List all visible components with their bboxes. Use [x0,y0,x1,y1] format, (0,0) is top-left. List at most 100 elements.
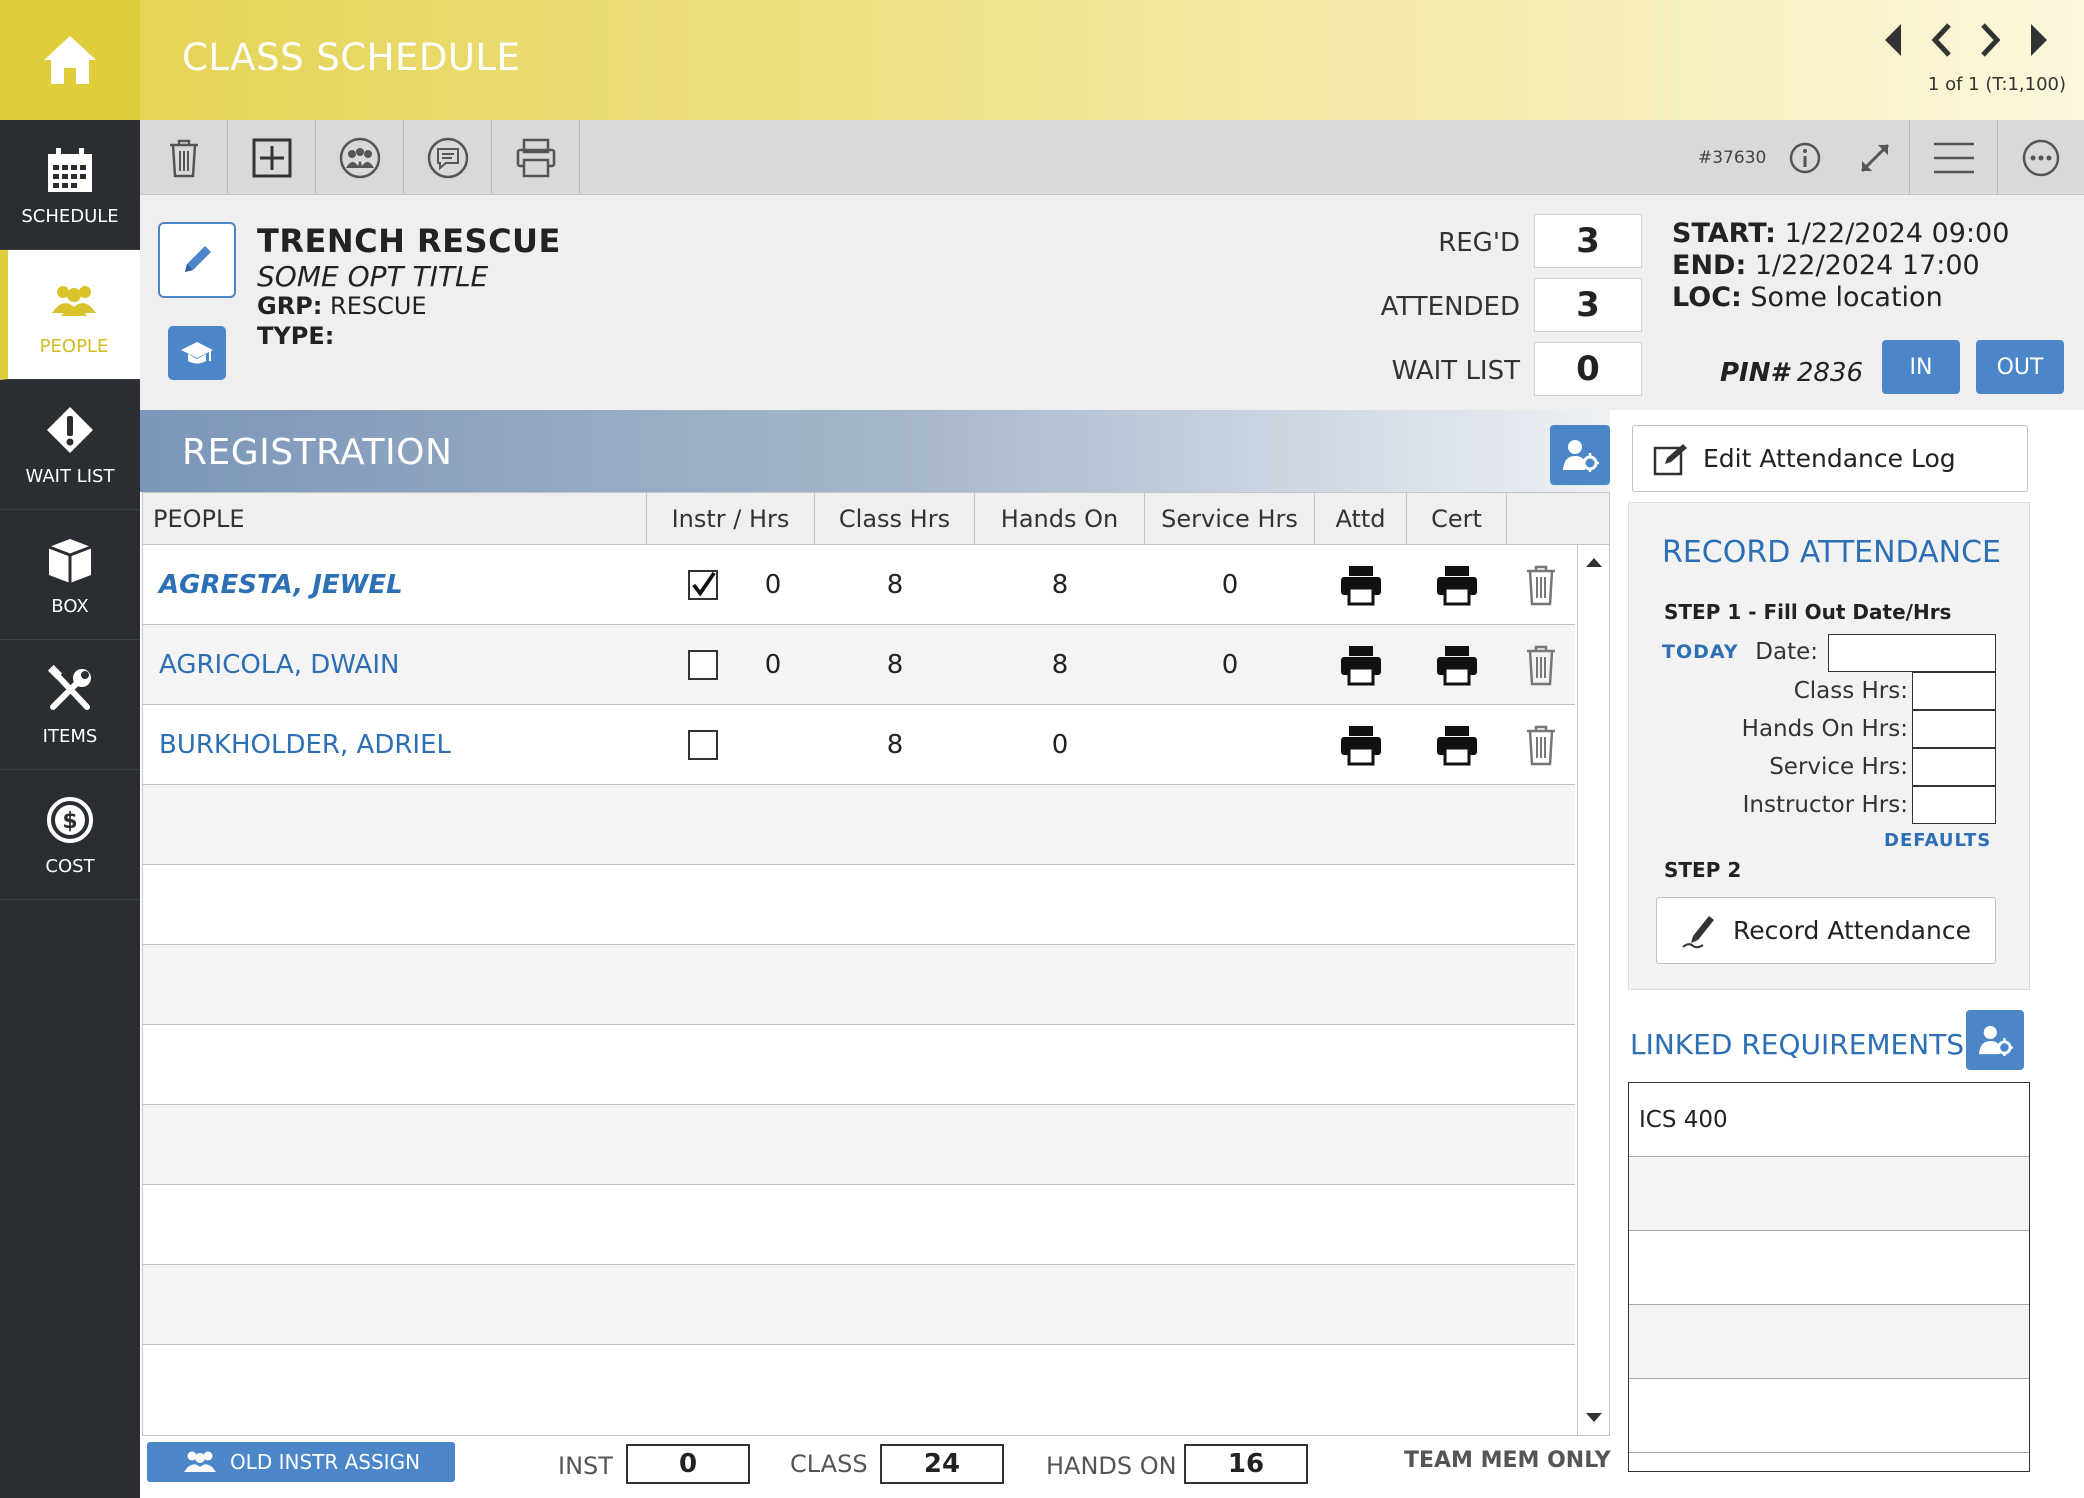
column-header-hands-on[interactable]: Hands On [975,493,1145,545]
table-row[interactable]: AGRESTA, JEWEL 0 8 8 0 [143,545,1575,625]
hands-on-hrs[interactable]: 8 [975,625,1145,705]
copy-button[interactable] [492,120,580,195]
list-item[interactable]: ICS 400 [1629,1083,2029,1157]
list-item[interactable] [1629,1157,2029,1231]
attendance-print-button[interactable] [1315,625,1407,705]
list-item[interactable] [1629,1231,2029,1305]
instructor-checkbox[interactable] [688,570,718,600]
sidebar-item-people[interactable]: PEOPLE [0,250,140,380]
menu-button[interactable] [1910,120,1998,195]
service-hrs[interactable]: 0 [1145,545,1315,625]
check-in-button[interactable]: IN [1882,340,1960,394]
certification-button[interactable] [168,326,226,380]
defaults-link[interactable]: DEFAULTS [1884,830,1991,851]
remove-row-button[interactable] [1507,545,1575,625]
check-out-button[interactable]: OUT [1976,340,2064,394]
message-button[interactable] [404,120,492,195]
sidebar-item-wait-list[interactable]: WAIT LIST [0,380,140,510]
person-name[interactable]: AGRICOLA, DWAIN [143,625,647,705]
class-hrs-field[interactable] [1912,672,1996,710]
remove-row-button[interactable] [1507,705,1575,785]
empty-row [143,1185,1575,1265]
instructor-checkbox[interactable] [688,650,718,680]
column-header-instr-hrs[interactable]: Instr / Hrs [647,493,815,545]
group-field: GRP: RESCUE [257,292,427,320]
service-hrs[interactable]: 0 [1145,625,1315,705]
svg-text:$: $ [62,809,77,834]
attendance-print-button[interactable] [1315,545,1407,625]
column-header-service-hrs[interactable]: Service Hrs [1145,493,1315,545]
sidebar-item-cost[interactable]: $ COST [0,770,140,900]
service-hrs-label: Service Hrs: [1769,754,1908,780]
attendance-print-button[interactable] [1315,705,1407,785]
list-item[interactable] [1629,1305,2029,1379]
edit-attendance-log-button[interactable]: Edit Attendance Log [1632,425,2028,492]
hands-on-hrs[interactable]: 0 [975,705,1145,785]
service-hrs-field[interactable] [1912,748,1996,786]
cert-print-button[interactable] [1407,545,1507,625]
step-2-label: STEP 2 [1664,858,1742,882]
column-header-attd[interactable]: Attd [1315,493,1407,545]
printer-icon [1341,726,1381,766]
instr-hrs[interactable]: 0 [733,625,813,705]
scroll-down-icon[interactable] [1584,1411,1604,1425]
table-row[interactable]: BURKHOLDER, ADRIEL 8 0 [143,705,1575,785]
more-button[interactable] [1998,120,2084,195]
column-header-people[interactable]: PEOPLE [143,493,647,545]
list-item[interactable] [1629,1379,2029,1453]
service-hrs[interactable] [1145,705,1315,785]
home-button[interactable] [0,0,140,120]
table-row[interactable]: AGRICOLA, DWAIN 0 8 8 0 [143,625,1575,705]
cert-print-button[interactable] [1407,625,1507,705]
class-hrs[interactable]: 8 [815,705,975,785]
instructor-checkbox[interactable] [688,730,718,760]
cert-print-button[interactable] [1407,705,1507,785]
person-name[interactable]: AGRESTA, JEWEL [143,545,647,625]
chat-icon [427,137,468,178]
sidebar-item-items[interactable]: ITEMS [0,640,140,770]
hands-on-total-label: HANDS ON [1046,1452,1177,1480]
remove-row-button[interactable] [1507,625,1575,705]
info-button[interactable] [1770,120,1840,195]
add-button[interactable] [228,120,316,195]
inst-total-label: INST [558,1452,613,1480]
prev-record-button[interactable] [1922,18,1962,62]
hands-on-hrs-field[interactable] [1912,710,1996,748]
expand-button[interactable] [1840,120,1910,195]
location-value: Some location [1750,282,1943,313]
hands-on-hrs[interactable]: 8 [975,545,1145,625]
sidebar-item-box[interactable]: BOX [0,510,140,640]
grid-header: PEOPLE Instr / Hrs Class Hrs Hands On Se… [143,493,1609,545]
pin-field: PIN# 2836 [1720,358,1863,388]
instr-hrs[interactable]: 0 [733,545,813,625]
old-instructor-assign-button[interactable]: OLD INSTR ASSIGN [147,1442,455,1482]
first-record-button[interactable] [1874,18,1914,62]
linked-requirements-settings-button[interactable] [1966,1010,2024,1070]
edit-class-button[interactable] [158,222,236,298]
registration-settings-button[interactable] [1550,425,1610,485]
delete-button[interactable] [140,120,228,195]
column-header-class-hrs[interactable]: Class Hrs [815,493,975,545]
date-field[interactable] [1828,634,1996,672]
column-header-cert[interactable]: Cert [1407,493,1507,545]
person-name[interactable]: BURKHOLDER, ADRIEL [143,705,647,785]
sidebar: SCHEDULE PEOPLE WAIT LIST BOX ITEMS $ CO… [0,120,140,1498]
instructor-hrs-field[interactable] [1912,786,1996,824]
old-instructor-assign-label: OLD INSTR ASSIGN [229,1450,421,1474]
sidebar-item-schedule[interactable]: SCHEDULE [0,120,140,250]
class-total-label: CLASS [790,1450,868,1478]
group-button[interactable] [316,120,404,195]
type-field: TYPE: [257,322,334,350]
next-record-button[interactable] [1970,18,2010,62]
grid-scrollbar[interactable] [1577,545,1609,1435]
regd-label: REG'D [1438,228,1520,258]
record-attendance-button[interactable]: Record Attendance [1656,897,1996,964]
class-hrs[interactable]: 8 [815,625,975,705]
class-hrs[interactable]: 8 [815,545,975,625]
sidebar-item-label: ITEMS [42,726,98,747]
record-attendance-title: RECORD ATTENDANCE [1662,535,2001,570]
scroll-up-icon[interactable] [1584,555,1604,569]
instr-hrs[interactable] [733,705,813,785]
last-record-button[interactable] [2018,18,2058,62]
empty-row [143,785,1575,865]
